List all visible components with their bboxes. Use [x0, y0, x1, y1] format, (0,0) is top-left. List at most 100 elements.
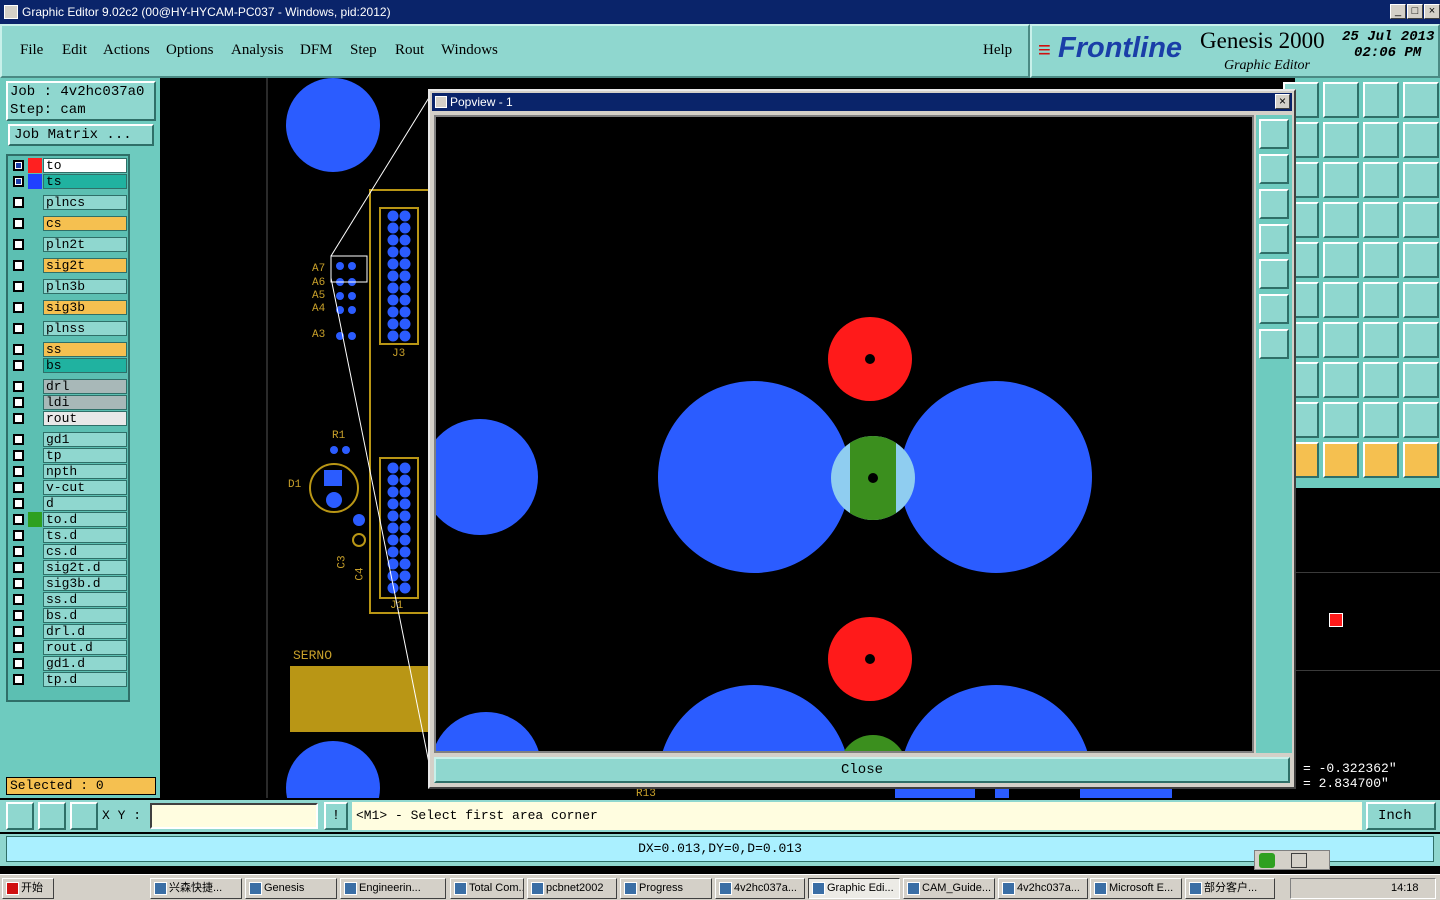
layer-color-swatch[interactable]	[28, 576, 42, 591]
grid-icon[interactable]	[1323, 202, 1359, 238]
taskbar-item[interactable]: Progress	[620, 878, 712, 899]
cross-icon[interactable]	[1323, 282, 1359, 318]
layer-color-swatch[interactable]	[28, 300, 42, 315]
layer-row-sig3b-d[interactable]: sig3b.d	[10, 576, 128, 591]
measure-tool-icon[interactable]	[38, 802, 66, 830]
help-box-icon[interactable]	[1403, 162, 1439, 198]
layer-checkbox[interactable]	[13, 239, 24, 250]
pad-round-icon[interactable]	[1403, 242, 1439, 278]
layer-checkbox[interactable]	[13, 546, 24, 557]
taskbar-item[interactable]: 4v2hc037a...	[715, 878, 805, 899]
layer-color-swatch[interactable]	[28, 342, 42, 357]
s-curve-icon[interactable]	[1403, 122, 1439, 158]
layer-checkbox[interactable]	[13, 381, 24, 392]
layer-checkbox[interactable]	[13, 176, 24, 187]
zoom-in-icon[interactable]	[1259, 119, 1289, 149]
info-icon[interactable]: !	[324, 802, 348, 830]
layer-color-swatch[interactable]	[28, 464, 42, 479]
step-back-icon[interactable]	[1363, 122, 1399, 158]
layer-checkbox[interactable]	[13, 642, 24, 653]
layer-checkbox[interactable]	[13, 160, 24, 171]
xy-input[interactable]	[150, 803, 318, 829]
layer-row-npth[interactable]: npth	[10, 464, 128, 479]
taskbar-item[interactable]: 部分客户...	[1185, 878, 1275, 899]
menu-file[interactable]: File	[20, 42, 43, 59]
layer-color-swatch[interactable]	[28, 358, 42, 373]
layer-color-swatch[interactable]	[28, 624, 42, 639]
layer-row-sig2t-d[interactable]: sig2t.d	[10, 560, 128, 575]
taskbar-item[interactable]: Graphic Edi...	[808, 878, 900, 899]
center-view-icon[interactable]	[1259, 329, 1289, 359]
pointer3-icon[interactable]	[1363, 442, 1399, 478]
maximize-button[interactable]: □	[1407, 4, 1423, 19]
taskbar-item[interactable]: CAM_Guide...	[903, 878, 995, 899]
taskbar-item[interactable]: pcbnet2002	[527, 878, 617, 899]
arc-icon[interactable]	[1363, 322, 1399, 358]
popview-close-x-icon[interactable]: ×	[1275, 94, 1290, 109]
layer-checkbox[interactable]	[13, 674, 24, 685]
zoom-box-icon[interactable]	[1323, 82, 1359, 118]
menu-rout[interactable]: Rout	[395, 42, 424, 59]
layer-color-swatch[interactable]	[28, 480, 42, 495]
layer-row-cs[interactable]: cs	[10, 216, 128, 231]
move-icon[interactable]	[1323, 122, 1359, 158]
layer-row-rout[interactable]: rout	[10, 411, 128, 426]
layer-color-swatch[interactable]	[28, 448, 42, 463]
triangle4-icon[interactable]	[1403, 402, 1439, 438]
taskbar-item[interactable]: Microsoft E...	[1090, 878, 1182, 899]
fit-icon[interactable]	[1259, 189, 1289, 219]
layer-checkbox[interactable]	[13, 360, 24, 371]
highlight-icon[interactable]	[1323, 242, 1359, 278]
layer-row-sig3b[interactable]: sig3b	[10, 300, 128, 315]
layer-checkbox[interactable]	[13, 323, 24, 334]
snap-tool-icon[interactable]	[6, 802, 34, 830]
layer-color-swatch[interactable]	[28, 656, 42, 671]
pointer4-icon[interactable]	[1403, 442, 1439, 478]
layer-row-plnss[interactable]: plnss	[10, 321, 128, 336]
layer-checkbox[interactable]	[13, 260, 24, 271]
layer-color-swatch[interactable]	[28, 544, 42, 559]
layer-row-drl-d[interactable]: drl.d	[10, 624, 128, 639]
layer-row-cs-d[interactable]: cs.d	[10, 544, 128, 559]
layer-color-swatch[interactable]	[28, 560, 42, 575]
layer-row-ss-d[interactable]: ss.d	[10, 592, 128, 607]
taskbar-item[interactable]: Total Com...	[450, 878, 524, 899]
layer-snap2-icon[interactable]	[1403, 202, 1439, 238]
prev-view-icon[interactable]	[1259, 224, 1289, 254]
layer-color-swatch[interactable]	[28, 672, 42, 687]
layer-color-swatch[interactable]	[28, 321, 42, 336]
layer-color-swatch[interactable]	[28, 496, 42, 511]
layer-color-swatch[interactable]	[28, 512, 42, 527]
layer-color-swatch[interactable]	[28, 158, 42, 173]
layer-row-tp-d[interactable]: tp.d	[10, 672, 128, 687]
layer-checkbox[interactable]	[13, 450, 24, 461]
zoom-out-icon[interactable]	[1259, 154, 1289, 184]
layer-row-bs-d[interactable]: bs.d	[10, 608, 128, 623]
layer-color-swatch[interactable]	[28, 528, 42, 543]
layer-color-swatch[interactable]	[28, 237, 42, 252]
layer-row-gd1-d[interactable]: gd1.d	[10, 656, 128, 671]
layer-row-v-cut[interactable]: v-cut	[10, 480, 128, 495]
layer-checkbox[interactable]	[13, 578, 24, 589]
triangle2-icon[interactable]	[1323, 402, 1359, 438]
taskbar-item[interactable]: 兴森快捷...	[150, 878, 242, 899]
layer-row-tp[interactable]: tp	[10, 448, 128, 463]
layer-row-pln3b[interactable]: pln3b	[10, 279, 128, 294]
taskbar-item[interactable]: Engineerin...	[340, 878, 446, 899]
layer-checkbox[interactable]	[13, 397, 24, 408]
grid-tool-icon[interactable]	[70, 802, 98, 830]
menu-actions[interactable]: Actions	[103, 42, 150, 59]
layer-color-swatch[interactable]	[28, 395, 42, 410]
taskbar-item[interactable]: Genesis	[245, 878, 337, 899]
job-matrix-button[interactable]: Job Matrix ...	[8, 124, 154, 146]
layer-checkbox[interactable]	[13, 498, 24, 509]
layer-row-sig2t[interactable]: sig2t	[10, 258, 128, 273]
minimize-button[interactable]: _	[1390, 4, 1406, 19]
menu-analysis[interactable]: Analysis	[231, 42, 284, 59]
layer-color-swatch[interactable]	[28, 411, 42, 426]
layer-row-ts[interactable]: ts	[10, 174, 128, 189]
layer-checkbox[interactable]	[13, 610, 24, 621]
layer-checkbox[interactable]	[13, 530, 24, 541]
layer-checkbox[interactable]	[13, 434, 24, 445]
taskbar-item[interactable]: 4v2hc037a...	[998, 878, 1088, 899]
